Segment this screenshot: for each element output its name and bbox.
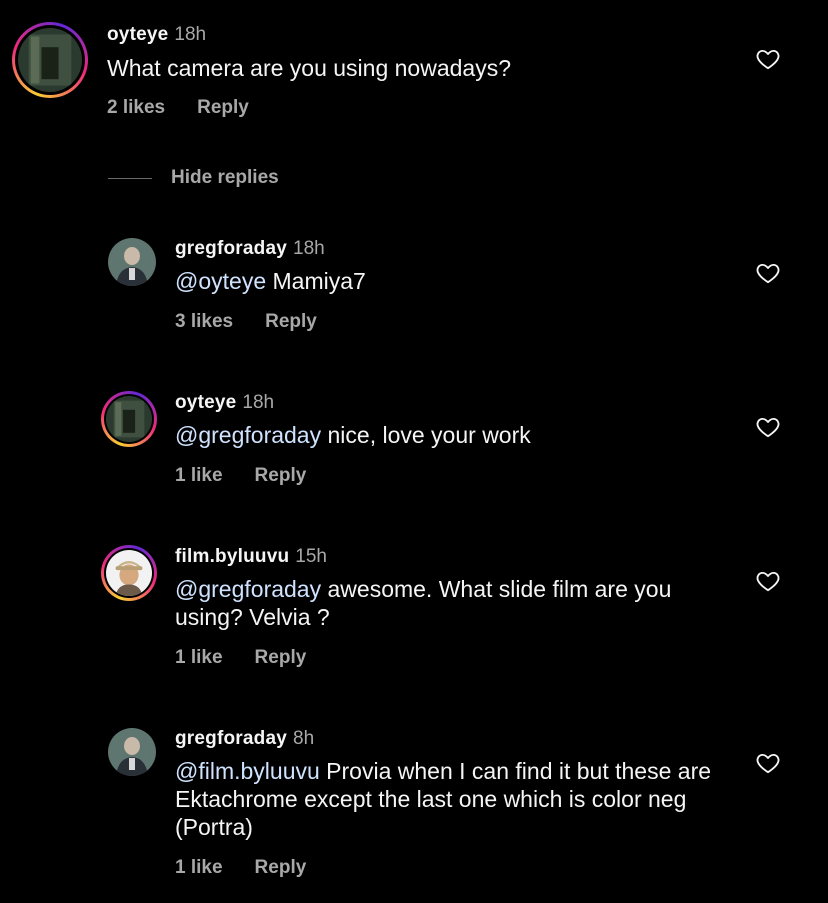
comment-timestamp: 15h [295,546,327,567]
heart-outline-icon[interactable] [755,46,781,72]
comment-timestamp: 18h [293,238,325,259]
comment-username[interactable]: film.byluuvu [175,546,289,567]
comment-username[interactable]: oyteye [175,392,236,413]
mention-link[interactable]: @gregforaday [175,422,321,448]
avatar[interactable] [101,391,157,447]
avatar[interactable] [108,728,156,776]
mention-link[interactable]: @gregforaday [175,576,321,602]
avatar[interactable] [108,238,156,286]
hide-replies-label: Hide replies [171,167,279,188]
comment-text: @gregforaday nice, love your work [175,422,531,448]
avatar[interactable] [12,22,88,98]
reply-button[interactable]: Reply [255,465,307,486]
likes-count[interactable]: 1 like [175,857,223,878]
avatar[interactable] [101,545,157,601]
likes-count[interactable]: 3 likes [175,311,233,332]
mention-link[interactable]: @oyteye [175,268,266,294]
hide-replies-button[interactable]: Hide replies [108,166,279,190]
likes-count[interactable]: 1 like [175,465,223,486]
reply-button[interactable]: Reply [265,311,317,332]
likes-count[interactable]: 2 likes [107,97,165,118]
heart-outline-icon[interactable] [755,750,781,776]
reply-button[interactable]: Reply [255,647,307,668]
comment-username[interactable]: gregforaday [175,238,287,259]
comment-timestamp: 18h [242,392,275,413]
comment-username[interactable]: gregforaday [175,728,287,749]
heart-outline-icon[interactable] [755,414,781,440]
heart-outline-icon[interactable] [755,568,781,594]
comment-text: What camera are you using nowadays? [107,55,511,81]
comment-text: @gregforaday awesome. What slide film ar… [175,576,672,630]
reply-button[interactable]: Reply [255,857,307,878]
comment-timestamp: 18h [174,24,207,45]
comment-text: @film.byluuvu Provia when I can find it … [175,758,712,840]
comment-username[interactable]: oyteye [107,24,168,45]
comment-text: @oyteye Mamiya7 [175,268,366,294]
likes-count[interactable]: 1 like [175,647,223,668]
comment-timestamp: 8h [293,728,315,749]
heart-outline-icon[interactable] [755,260,781,286]
mention-link[interactable]: @film.byluuvu [175,758,320,784]
divider [108,177,152,179]
reply-button[interactable]: Reply [197,97,249,118]
